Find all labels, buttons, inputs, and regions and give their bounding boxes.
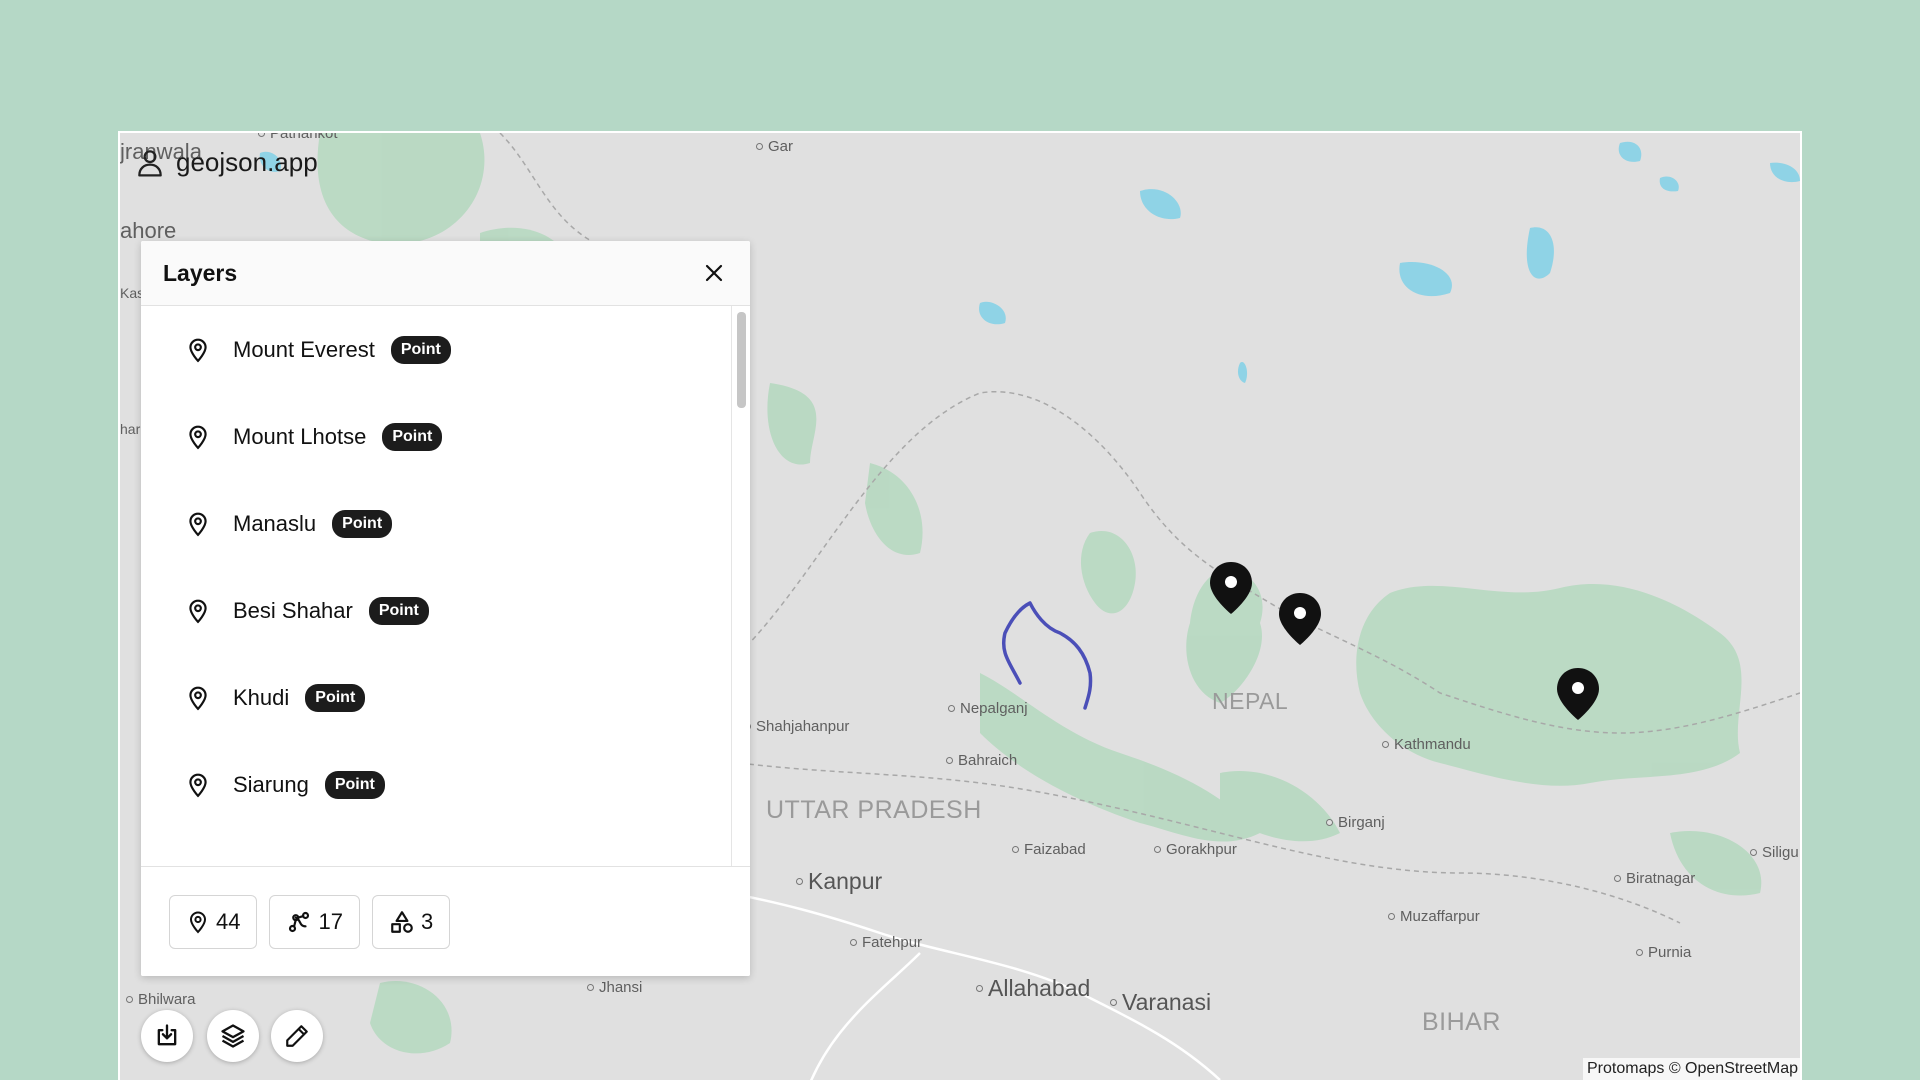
place-label: Muzaffarpur [1388,908,1480,925]
place-label: Bahraich [946,752,1017,769]
place-label: Varanasi [1110,989,1211,1016]
place-label: Purnia [1636,944,1691,961]
place-label: Kanpur [796,868,882,895]
map-pin-icon [189,338,207,362]
place-label: Nepalganj [948,700,1028,717]
import-icon [157,1024,177,1046]
place-label: Kathmandu [1382,736,1471,753]
place-label: Biratnagar [1614,870,1695,887]
layer-type-badge: Point [382,422,443,451]
layers-panel-title: Layers [163,259,238,286]
app-brand-label: geojson.app [176,146,318,177]
layers-icon [221,1024,245,1048]
polygons-count: 3 [420,908,434,934]
map-pin-icon [189,773,207,797]
layer-type-badge: Point [324,770,385,799]
layer-name: Siarung [233,771,309,797]
points-count: 44 [216,908,241,934]
lines-count: 17 [318,908,343,934]
place-label: Jhansi [587,979,642,996]
layer-item[interactable]: Besi Shahar Point [141,567,750,654]
map-marker-icon[interactable] [1277,591,1323,647]
map-attribution[interactable]: Protomaps © OpenStreetMap [1583,1058,1802,1080]
points-count-button[interactable]: 44 [169,894,258,949]
user-location-icon [138,150,162,177]
layer-type-badge: Point [332,509,393,538]
layer-name: Besi Shahar [233,597,353,623]
map-pin-icon [189,686,207,710]
map-pin-icon [189,425,207,449]
route-icon [289,911,310,932]
region-label: UTTAR PRADESH [766,796,982,824]
layers-panel-header: Layers [141,241,750,306]
layer-name: Manaslu [233,510,317,536]
place-label: Gorakhpur [1154,841,1237,858]
map-marker-icon[interactable] [1208,560,1254,616]
layer-item[interactable]: Khudi Point [141,654,750,741]
polygons-count-button[interactable]: 3 [371,894,451,949]
layer-name: Mount Lhotse [233,423,367,449]
region-label: BIHAR [1422,1008,1501,1036]
edit-button[interactable] [271,1010,323,1062]
map-marker-icon[interactable] [1555,666,1601,722]
layer-type-badge: Point [368,596,429,625]
place-label: Bhilwara [126,991,196,1008]
layers-panel-footer: 44 17 3 [141,866,750,976]
layers-panel: Layers Mount Everest Point Mount Lhotse … [141,241,750,976]
route-line[interactable] [1002,601,1093,710]
place-label: Shahjahanpur [744,718,849,735]
map-pin-icon [189,911,207,933]
layers-scrollbar[interactable] [731,306,750,866]
pencil-icon [286,1025,308,1047]
place-label: Pathankot [258,133,338,142]
place-label: har [120,421,141,437]
layers-button[interactable] [207,1010,259,1062]
list-fade [141,842,732,866]
map-pin-icon [189,599,207,623]
place-label: Fatehpur [850,934,922,951]
close-icon [705,264,723,282]
place-label: Gar [756,138,793,155]
layer-item[interactable]: Mount Lhotse Point [141,393,750,480]
layers-list[interactable]: Mount Everest Point Mount Lhotse Point M… [141,306,750,866]
map-pin-icon [189,512,207,536]
region-label: NEPAL [1212,688,1289,714]
import-button[interactable] [141,1010,193,1062]
lines-count-button[interactable]: 17 [269,894,360,949]
app-brand[interactable]: geojson.app [134,146,318,178]
layer-item[interactable]: Siarung Point [141,741,750,828]
place-label: Faizabad [1012,841,1086,858]
layer-name: Mount Everest [233,336,375,362]
place-label: Birganj [1326,814,1385,831]
shapes-icon [391,910,413,933]
layer-name: Khudi [233,684,290,710]
layer-item[interactable]: Manaslu Point [141,480,750,567]
layer-type-badge: Point [390,335,451,364]
layer-type-badge: Point [305,683,366,712]
close-button[interactable] [700,259,728,287]
scrollbar-thumb[interactable] [737,312,746,408]
place-label: Siligu [1750,844,1799,861]
layer-item[interactable]: Mount Everest Point [141,306,750,393]
place-label: Allahabad [976,975,1090,1002]
